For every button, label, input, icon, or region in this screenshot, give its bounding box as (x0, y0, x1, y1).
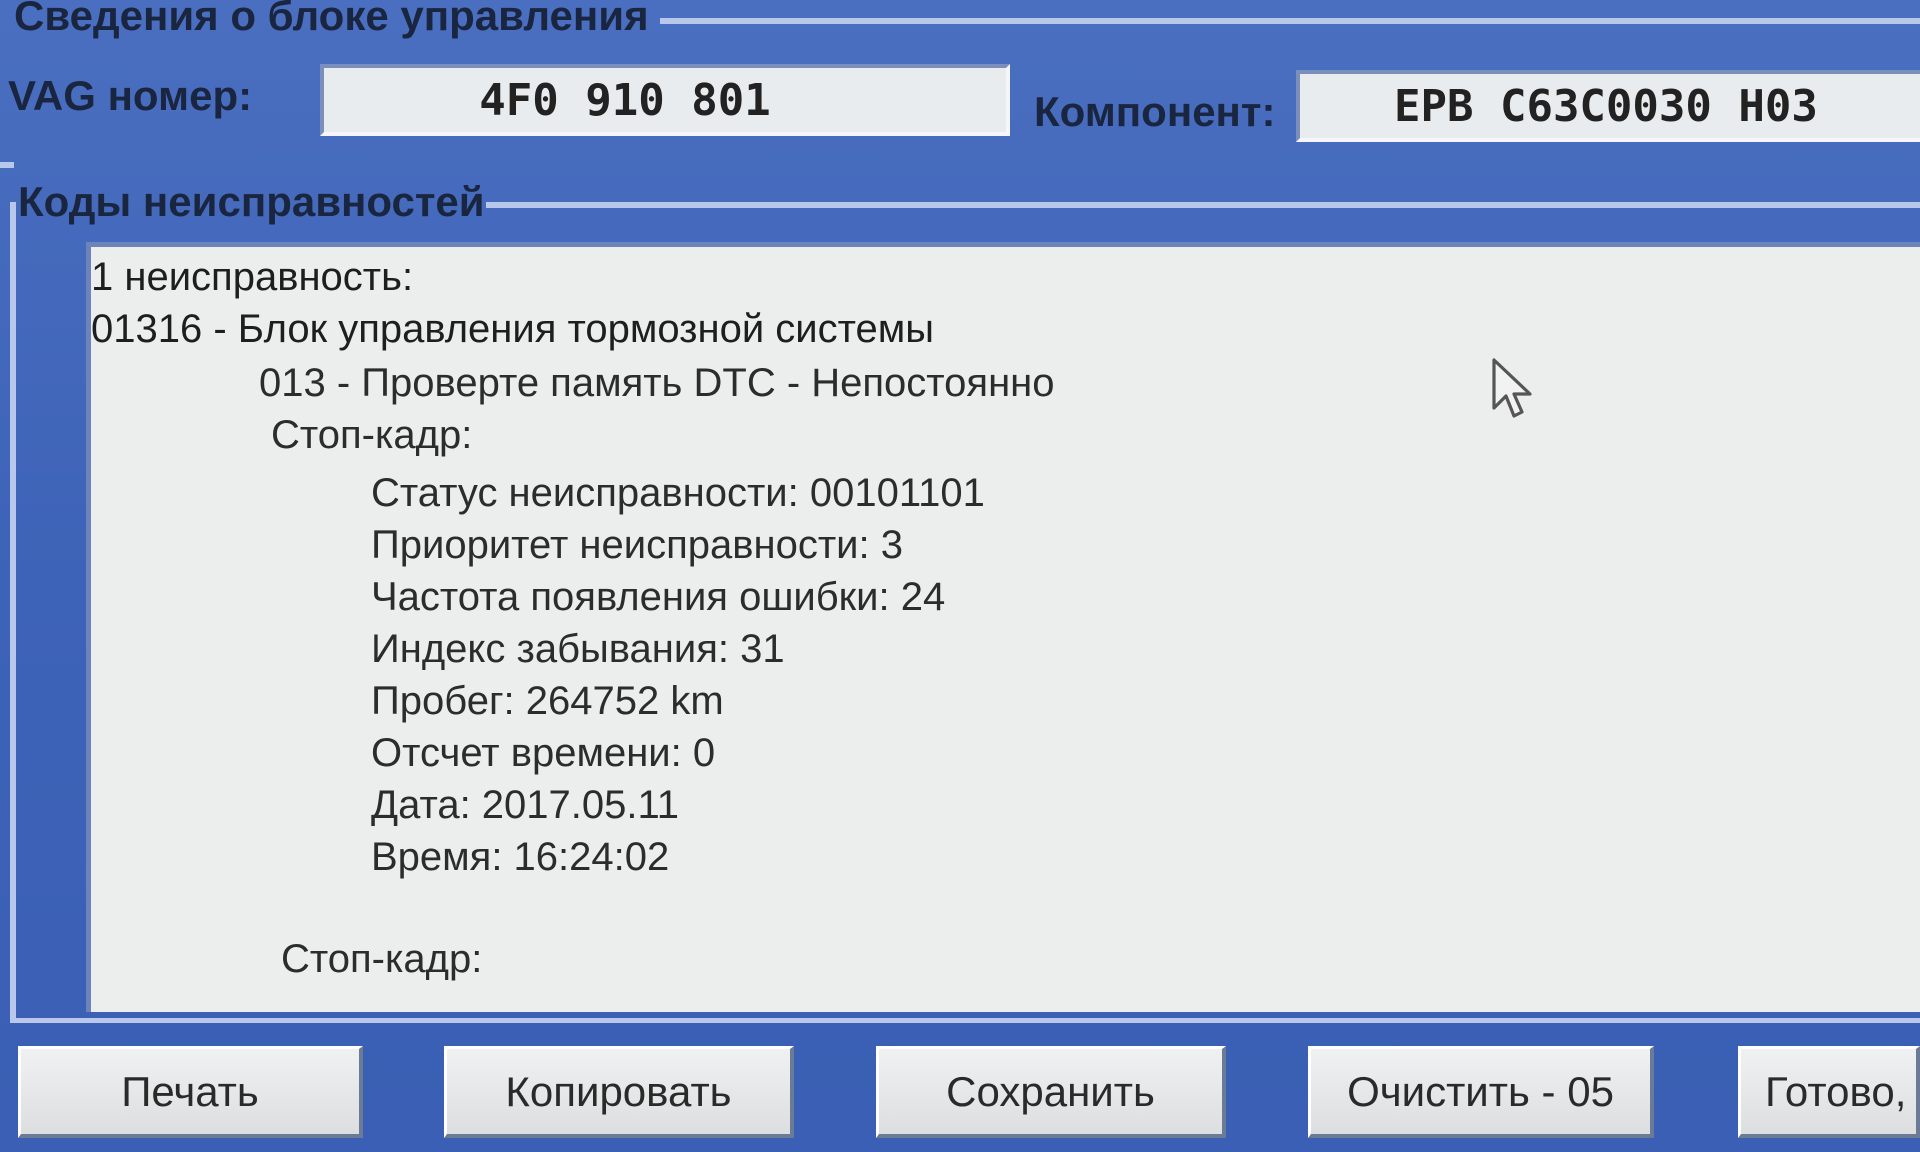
control-unit-group-border (660, 18, 1920, 24)
vag-number-label: VAG номер: (8, 72, 253, 119)
vag-number-value: 4F0 910 801 (479, 74, 771, 126)
fault-group-top-border-left (0, 162, 14, 168)
component-field[interactable]: EPB C63C0030 H03 (1296, 70, 1920, 142)
fault-frequency: Частота появления ошибки: 24 (371, 575, 946, 619)
fault-subcode: 013 - Проверте память DTC - Непостоянно (259, 361, 1055, 405)
forget-index: Индекс забывания: 31 (371, 627, 785, 671)
save-button[interactable]: Сохранить (876, 1046, 1226, 1138)
fault-time: Время: 16:24:02 (371, 835, 670, 879)
mileage: Пробег: 264752 km (371, 679, 724, 723)
fault-status: Статус неисправности: 00101101 (371, 471, 985, 515)
clear-codes-button[interactable]: Очистить - 05 (1308, 1046, 1654, 1138)
fault-code-title: 01316 - Блок управления тормозной систем… (91, 307, 935, 351)
print-button[interactable]: Печать (18, 1046, 363, 1138)
fault-date: Дата: 2017.05.11 (371, 783, 680, 827)
fault-priority: Приоритет неисправности: 3 (371, 523, 903, 567)
fault-count: 1 неисправность: (91, 255, 414, 299)
fault-codes-window: Сведения о блоке управления VAG номер: 4… (0, 0, 1920, 1152)
fault-group-bottom-border (10, 1018, 1920, 1023)
component-value: EPB C63C0030 H03 (1394, 80, 1818, 132)
copy-button[interactable]: Копировать (444, 1046, 794, 1138)
fault-codes-textarea[interactable]: 1 неисправность: 01316 - Блок управления… (86, 242, 1920, 1012)
control-unit-group-title: Сведения о блоке управления (14, 0, 649, 39)
time-counter: Отсчет времени: 0 (371, 731, 716, 775)
fault-codes-group-title: Коды неисправностей (18, 178, 485, 225)
fault-group-top-border (486, 202, 1920, 208)
component-label: Компонент: (1034, 88, 1276, 135)
fault-group-left-border (10, 202, 16, 1022)
mouse-pointer-icon (1492, 358, 1532, 418)
vag-number-field[interactable]: 4F0 910 801 (320, 64, 1010, 136)
freeze-frame-heading-2: Стоп-кадр: (281, 937, 483, 981)
freeze-frame-heading: Стоп-кадр: (271, 413, 473, 457)
done-button[interactable]: Готово, (1738, 1046, 1920, 1138)
